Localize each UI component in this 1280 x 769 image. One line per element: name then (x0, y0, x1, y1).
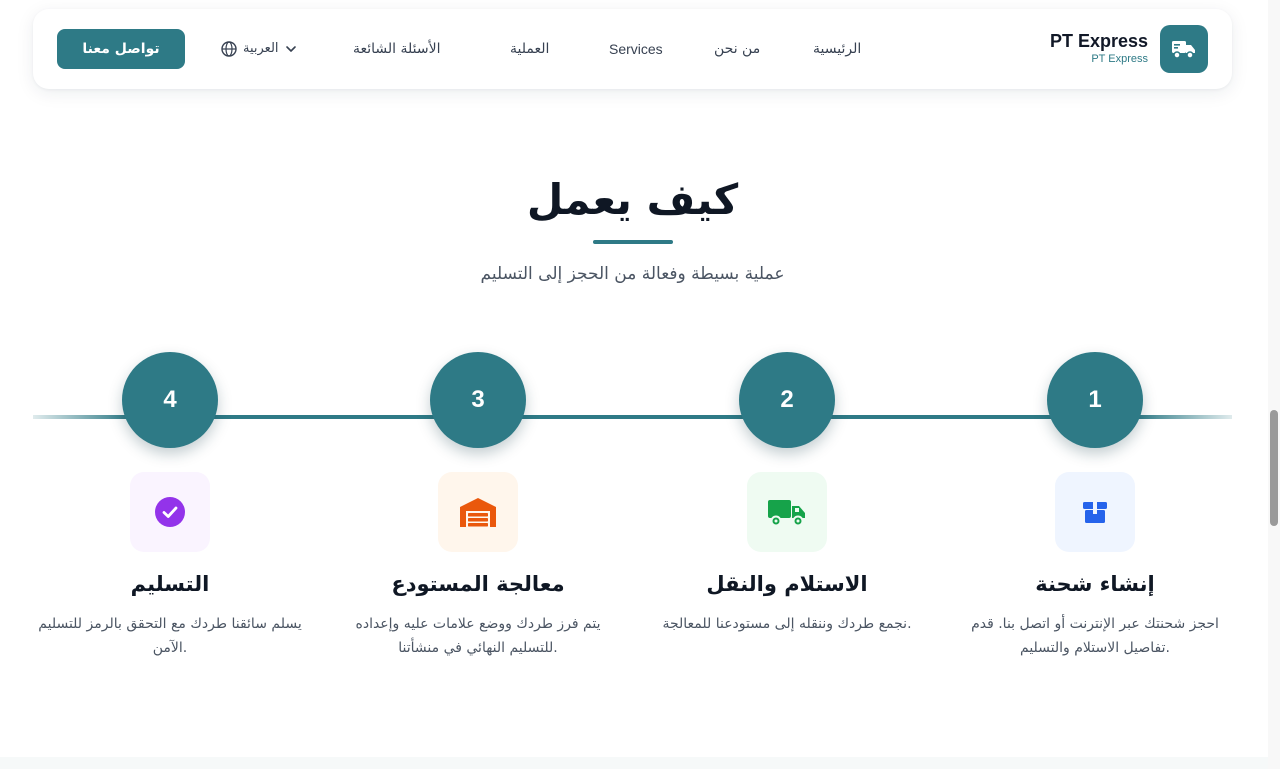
site-header: PT Express PT Express الرئيسية من نحن Se… (33, 9, 1232, 89)
step-2-icon-box (747, 472, 827, 552)
step-number-1: 1 (1047, 352, 1143, 448)
step-1-title: إنشاء شحنة (1035, 572, 1155, 596)
nav-link-services[interactable]: Services (609, 39, 663, 59)
section-subtitle: عملية بسيطة وفعالة من الحجز إلى التسليم (480, 264, 785, 284)
step-number-4: 4 (122, 352, 218, 448)
step-2-title: الاستلام والنقل (706, 572, 868, 596)
step-3-title: معالجة المستودع (391, 572, 565, 596)
nav-link-home[interactable]: الرئيسية (813, 39, 861, 59)
scrollbar-thumb[interactable] (1270, 410, 1278, 526)
step-3-icon-box (438, 472, 518, 552)
nav-link-faq[interactable]: الأسئلة الشائعة (353, 39, 441, 59)
language-label: العربية (243, 41, 279, 56)
language-selector[interactable]: العربية (221, 39, 297, 59)
truck-logo-icon (1160, 25, 1208, 73)
contact-us-button[interactable]: تواصل معنا (57, 29, 185, 69)
scrollbar-track[interactable] (1268, 0, 1280, 769)
title-underline (593, 240, 673, 244)
step-1-icon-box (1055, 472, 1135, 552)
step-4-icon-box (130, 472, 210, 552)
box-icon (1083, 502, 1107, 523)
step-4-description: يسلم سائقنا طردك مع التحقق بالرمز للتسلي… (38, 616, 302, 656)
nav-link-process[interactable]: العملية (510, 39, 549, 59)
step-2-description: نجمع طردك وننقله إلى مستودعنا للمعالجة. (662, 616, 912, 632)
brand-subtitle: PT Express (1091, 53, 1148, 65)
brand[interactable]: PT Express PT Express (1050, 25, 1208, 73)
step-number-2: 2 (739, 352, 835, 448)
step-4-title: التسليم (130, 572, 210, 596)
brand-text: PT Express PT Express (1050, 31, 1148, 67)
globe-icon (221, 41, 237, 57)
section-title: كيف يعمل (526, 175, 739, 224)
brand-name: PT Express (1049, 31, 1148, 51)
nav-link-about[interactable]: من نحن (714, 39, 760, 59)
check-circle-icon (155, 497, 185, 527)
next-section-edge (0, 757, 1268, 769)
step-3-description: يتم فرز طردك ووضع علامات عليه وإعداده لل… (355, 616, 601, 656)
step-1-description: احجز شحنتك عبر الإنترنت أو اتصل بنا. قدم… (971, 616, 1219, 656)
step-number-3: 3 (430, 352, 526, 448)
warehouse-icon (460, 498, 496, 527)
chevron-down-icon (285, 46, 296, 52)
truck-icon (768, 500, 805, 527)
